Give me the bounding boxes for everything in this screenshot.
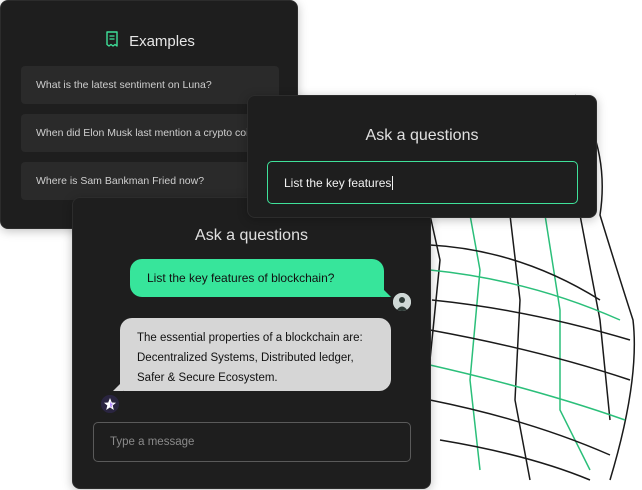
bot-message-text: The essential properties of a blockchain… [137,332,363,384]
bot-message-bubble: The essential properties of a blockchain… [113,318,391,391]
chat-panel: Ask a questions List the key features of… [72,197,431,489]
bot-avatar [101,395,119,413]
ask-question-panel: Ask a questions List the key features [247,95,597,218]
chat-title: Ask a questions [195,227,308,244]
question-input[interactable]: List the key features [267,161,578,204]
user-message-bubble: List the key features of blockchain? [130,259,391,297]
example-item[interactable]: When did Elon Musk last mention a crypto… [21,114,279,152]
text-caret [392,175,394,190]
message-input[interactable] [93,422,411,462]
examples-title: Examples [129,33,195,50]
examples-header: Examples [1,31,299,52]
ask-title: Ask a questions [365,127,479,144]
example-item[interactable]: Where is Sam Bankman Fried now? [21,162,279,200]
user-message-text: List the key features of blockchain? [147,271,335,285]
user-avatar [393,293,411,311]
question-input-value: List the key features [284,175,392,190]
receipt-icon [105,31,119,52]
example-item[interactable]: What is the latest sentiment on Luna? [21,66,279,104]
